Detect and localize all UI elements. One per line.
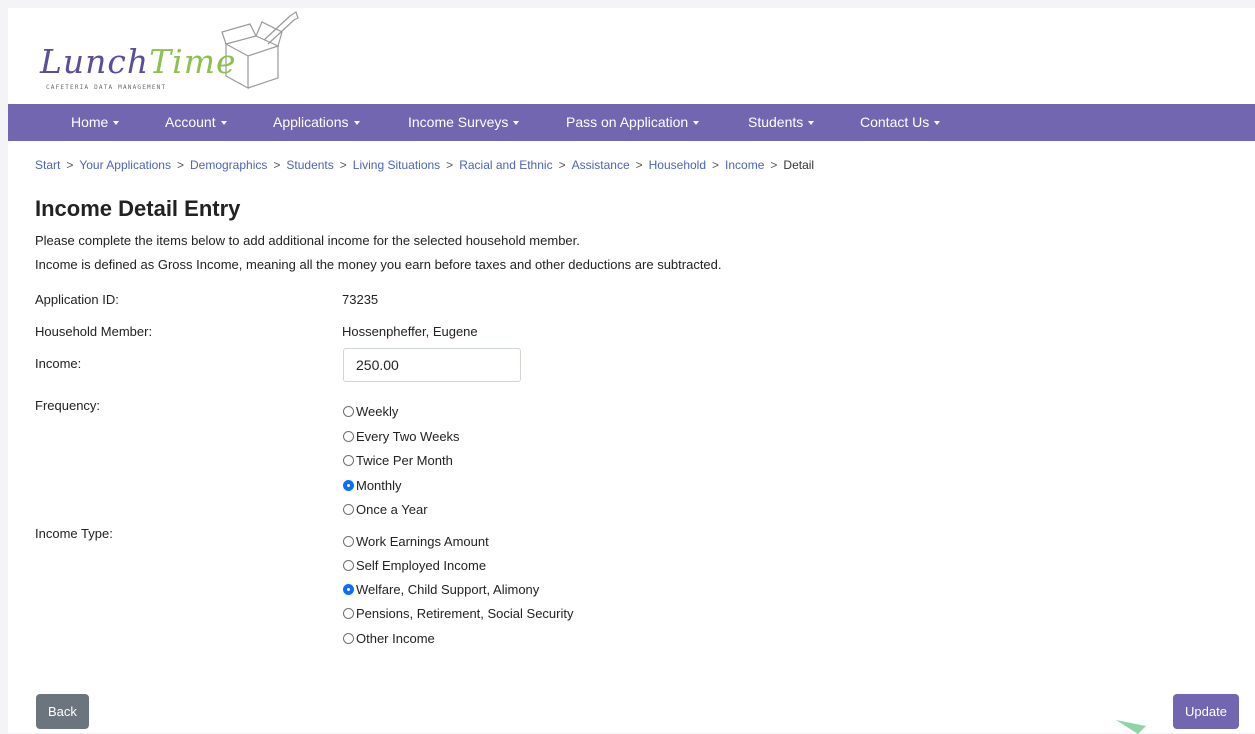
frequency-option-monthly[interactable]: Monthly <box>343 478 402 493</box>
breadcrumb-separator: > <box>446 158 454 172</box>
breadcrumb-assistance[interactable]: Assistance <box>572 158 630 172</box>
intro-text-line2: Income is defined as Gross Income, meani… <box>35 257 722 272</box>
chevron-down-icon <box>808 121 815 125</box>
chevron-down-icon <box>353 121 360 125</box>
radio-unchecked-icon[interactable] <box>343 504 354 515</box>
intro-text-line1: Please complete the items below to add a… <box>35 233 580 248</box>
breadcrumb-students[interactable]: Students <box>286 158 333 172</box>
breadcrumb-your-applications[interactable]: Your Applications <box>79 158 171 172</box>
income-type-label: Income Type: <box>35 526 113 541</box>
nav-applications[interactable]: Applications <box>273 104 360 141</box>
breadcrumb: Start > Your Applications > Demographics > Stu… <box>35 158 814 172</box>
income-type-option-pensions[interactable]: Pensions, Retirement, Social Security <box>343 606 573 621</box>
breadcrumb-separator: > <box>770 158 778 172</box>
income-label: Income: <box>35 356 82 371</box>
pointer-arrow-icon <box>1116 720 1146 734</box>
radio-unchecked-icon[interactable] <box>343 455 354 466</box>
nav-income-surveys[interactable]: Income Surveys <box>408 104 520 141</box>
radio-unchecked-icon[interactable] <box>343 633 354 644</box>
frequency-option-weekly[interactable]: Weekly <box>343 404 398 419</box>
breadcrumb-income[interactable]: Income <box>725 158 764 172</box>
radio-unchecked-icon[interactable] <box>343 536 354 547</box>
breadcrumb-living-situations[interactable]: Living Situations <box>353 158 440 172</box>
household-member-label: Household Member: <box>35 324 153 339</box>
breadcrumb-detail: Detail <box>783 158 815 172</box>
chevron-down-icon <box>220 121 227 125</box>
breadcrumb-separator: > <box>558 158 566 172</box>
nav-home[interactable]: Home <box>71 104 120 141</box>
breadcrumb-separator: > <box>339 158 347 172</box>
breadcrumb-start[interactable]: Start <box>35 158 60 172</box>
logo-wordmark: LunchTime <box>40 42 237 81</box>
lunchtime-logo[interactable]: LunchTime CAFETERIA DATA MANAGEMENT <box>34 8 299 104</box>
frequency-option-once-a-year[interactable]: Once a Year <box>343 502 428 517</box>
nav-contact-us[interactable]: Contact Us <box>860 104 941 141</box>
update-button[interactable]: Update <box>1173 694 1239 729</box>
nav-account[interactable]: Account <box>165 104 227 141</box>
frequency-option-twice-per-month[interactable]: Twice Per Month <box>343 453 453 468</box>
chevron-down-icon <box>513 121 520 125</box>
chevron-down-icon <box>113 121 120 125</box>
radio-checked-icon[interactable] <box>343 584 354 595</box>
page-title: Income Detail Entry <box>35 196 241 221</box>
nav-students[interactable]: Students <box>748 104 815 141</box>
breadcrumb-separator: > <box>66 158 74 172</box>
breadcrumb-household[interactable]: Household <box>649 158 706 172</box>
income-type-option-other[interactable]: Other Income <box>343 631 435 646</box>
breadcrumb-separator: > <box>273 158 281 172</box>
breadcrumb-separator: > <box>176 158 184 172</box>
breadcrumb-demographics[interactable]: Demographics <box>190 158 267 172</box>
breadcrumb-racial-and-ethnic[interactable]: Racial and Ethnic <box>459 158 552 172</box>
radio-unchecked-icon[interactable] <box>343 431 354 442</box>
breadcrumb-separator: > <box>712 158 720 172</box>
income-type-option-welfare[interactable]: Welfare, Child Support, Alimony <box>343 582 539 597</box>
income-type-option-self-employed[interactable]: Self Employed Income <box>343 558 486 573</box>
application-id-label: Application ID: <box>35 292 119 307</box>
household-member-value: Hossenpheffer, Eugene <box>342 324 478 339</box>
back-button[interactable]: Back <box>36 694 89 729</box>
radio-unchecked-icon[interactable] <box>343 406 354 417</box>
breadcrumb-separator: > <box>635 158 643 172</box>
nav-pass-on-application[interactable]: Pass on Application <box>566 104 700 141</box>
logo-tagline: CAFETERIA DATA MANAGEMENT <box>46 84 167 91</box>
chevron-down-icon <box>693 121 700 125</box>
radio-checked-icon[interactable] <box>343 480 354 491</box>
frequency-label: Frequency: <box>35 398 101 413</box>
frequency-option-every-two-weeks[interactable]: Every Two Weeks <box>343 429 460 444</box>
radio-unchecked-icon[interactable] <box>343 608 354 619</box>
chevron-down-icon <box>934 121 941 125</box>
page: LunchTime CAFETERIA DATA MANAGEMENT Home… <box>8 8 1255 734</box>
main-navbar: Home Account Applications Income Surveys… <box>8 104 1255 141</box>
income-type-option-work-earnings[interactable]: Work Earnings Amount <box>343 534 489 549</box>
income-input[interactable] <box>343 348 521 382</box>
application-id-value: 73235 <box>342 292 379 307</box>
radio-unchecked-icon[interactable] <box>343 560 354 571</box>
